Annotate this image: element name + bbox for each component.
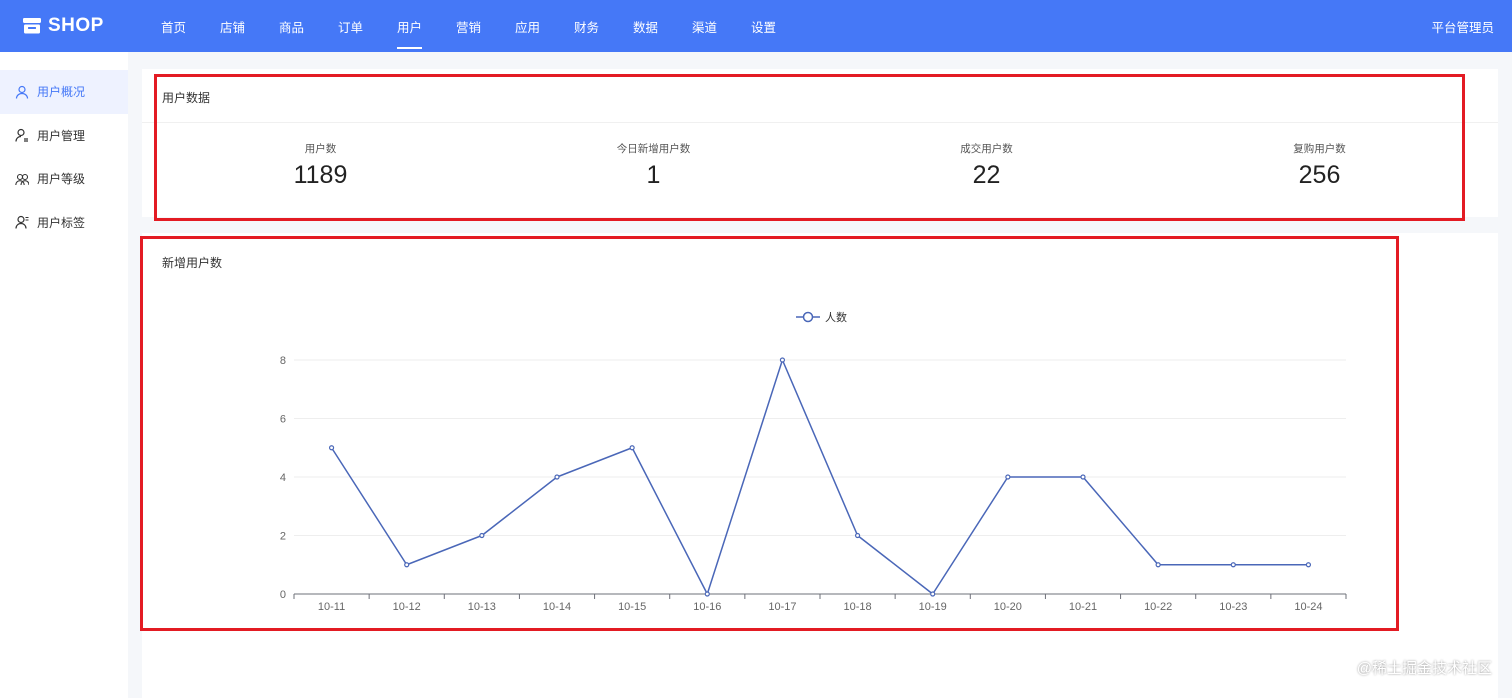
- x-tick-label: 10-20: [994, 601, 1022, 613]
- stat-value: 22: [972, 161, 1001, 189]
- nav-item-apps[interactable]: 应用: [498, 0, 557, 52]
- stat-label: 用户数: [304, 143, 337, 155]
- main-nav: 首页 店铺 商品 订单 用户 营销 应用 财务 数据 渠道 设置: [144, 0, 793, 52]
- data-point: [704, 591, 710, 597]
- x-tick-label: 10-15: [618, 601, 646, 613]
- legend-marker: [802, 311, 814, 323]
- card-title: 用户数据: [162, 91, 211, 105]
- stat-label: 成交用户数: [960, 143, 1013, 155]
- nav-item-users[interactable]: 用户: [380, 0, 439, 52]
- sidebar-item-label: 用户概况: [37, 85, 86, 100]
- nav-item-store[interactable]: 店铺: [203, 0, 262, 52]
- sidebar: 用户概况用户管理用户等级用户标签: [0, 52, 128, 698]
- user-data-card: 用户数据 用户数 1189 今日新增用户数 1 成交用户数 22 复购用户数 256: [142, 69, 1498, 217]
- user-icon: [15, 85, 29, 99]
- x-tick-label: 10-22: [1144, 601, 1172, 613]
- stats-row: 用户数 1189 今日新增用户数 1 成交用户数 22 复购用户数 256: [154, 141, 1486, 190]
- data-point: [629, 445, 635, 451]
- stat-item: 复购用户数 256: [1153, 141, 1486, 190]
- data-point: [854, 532, 861, 539]
- x-tick-label: 10-18: [844, 601, 872, 613]
- top-navbar: SHOP 首页 店铺 商品 订单 用户 营销 应用 财务 数据 渠道 设置 平台管理员: [0, 0, 1512, 52]
- stat-item: 用户数 1189: [154, 141, 487, 190]
- data-point: [1305, 562, 1312, 568]
- brand-name: SHOP: [48, 15, 104, 36]
- x-tick-label: 10-21: [1069, 601, 1097, 613]
- stat-label: 今日新增用户数: [616, 143, 691, 155]
- y-tick-label: 8: [280, 355, 286, 367]
- legend-label: 人数: [825, 311, 847, 324]
- sidebar-item-overview[interactable]: 用户概况: [0, 70, 128, 114]
- watermark: @稀土掘金技术社区: [1356, 660, 1492, 677]
- data-point: [1230, 562, 1236, 568]
- data-point: [1155, 562, 1161, 568]
- stat-value: 256: [1298, 161, 1341, 189]
- nav-item-channels[interactable]: 渠道: [675, 0, 734, 52]
- new-users-line-chart: 0 2 4 6 8 10-11 10-12 10-13 10-14 10-15 10-16 10-17…: [280, 311, 1347, 613]
- stat-label: 复购用户数: [1293, 143, 1346, 155]
- x-tick-label: 10-24: [1294, 601, 1322, 613]
- users-group-icon: [15, 173, 29, 185]
- data-point: [554, 474, 560, 480]
- user-tag-icon: [15, 216, 29, 229]
- data-point: [930, 591, 936, 597]
- nav-item-finance[interactable]: 财务: [557, 0, 616, 52]
- data-point: [1080, 474, 1086, 480]
- nav-item-settings[interactable]: 设置: [734, 0, 793, 52]
- data-point: [779, 357, 786, 363]
- sidebar-item-label: 用户标签: [37, 215, 86, 230]
- x-tick-label: 10-17: [768, 601, 796, 613]
- data-point: [404, 562, 410, 568]
- admin-user-menu[interactable]: 平台管理员: [1431, 17, 1494, 36]
- stat-item: 成交用户数 22: [820, 141, 1153, 190]
- divider: [142, 122, 1498, 123]
- sidebar-item-label: 用户等级: [37, 172, 86, 187]
- stat-value: 1189: [293, 161, 348, 189]
- nav-item-marketing[interactable]: 营销: [439, 0, 498, 52]
- sidebar-item-tags[interactable]: 用户标签: [0, 201, 128, 245]
- x-tick-label: 10-12: [393, 601, 421, 613]
- data-point: [479, 532, 485, 539]
- sidebar-item-label: 用户管理: [37, 128, 86, 143]
- data-point: [1005, 474, 1011, 480]
- x-tick-label: 10-23: [1219, 601, 1247, 613]
- stat-item: 今日新增用户数 1: [487, 141, 820, 190]
- nav-item-home[interactable]: 首页: [144, 0, 203, 52]
- y-tick-label: 4: [280, 472, 286, 484]
- x-tick-label: 10-16: [693, 601, 721, 613]
- y-tick-label: 0: [280, 589, 286, 601]
- nav-item-orders[interactable]: 订单: [321, 0, 380, 52]
- nav-item-data[interactable]: 数据: [616, 0, 675, 52]
- x-tick-label: 10-19: [919, 601, 947, 613]
- sidebar-item-level[interactable]: 用户等级: [0, 157, 128, 201]
- y-tick-label: 6: [280, 414, 286, 426]
- stat-value: 1: [646, 161, 661, 189]
- data-point: [328, 445, 335, 451]
- x-tick-label: 10-13: [468, 601, 496, 613]
- nav-item-goods[interactable]: 商品: [262, 0, 321, 52]
- y-tick-label: 2: [280, 531, 286, 543]
- user-settings-icon: [15, 129, 28, 142]
- brand-logo[interactable]: SHOP: [22, 15, 146, 37]
- x-tick-label: 10-11: [318, 601, 345, 613]
- x-tick-label: 10-14: [543, 601, 571, 613]
- store-icon: [23, 18, 41, 34]
- sidebar-item-manage[interactable]: 用户管理: [0, 114, 128, 158]
